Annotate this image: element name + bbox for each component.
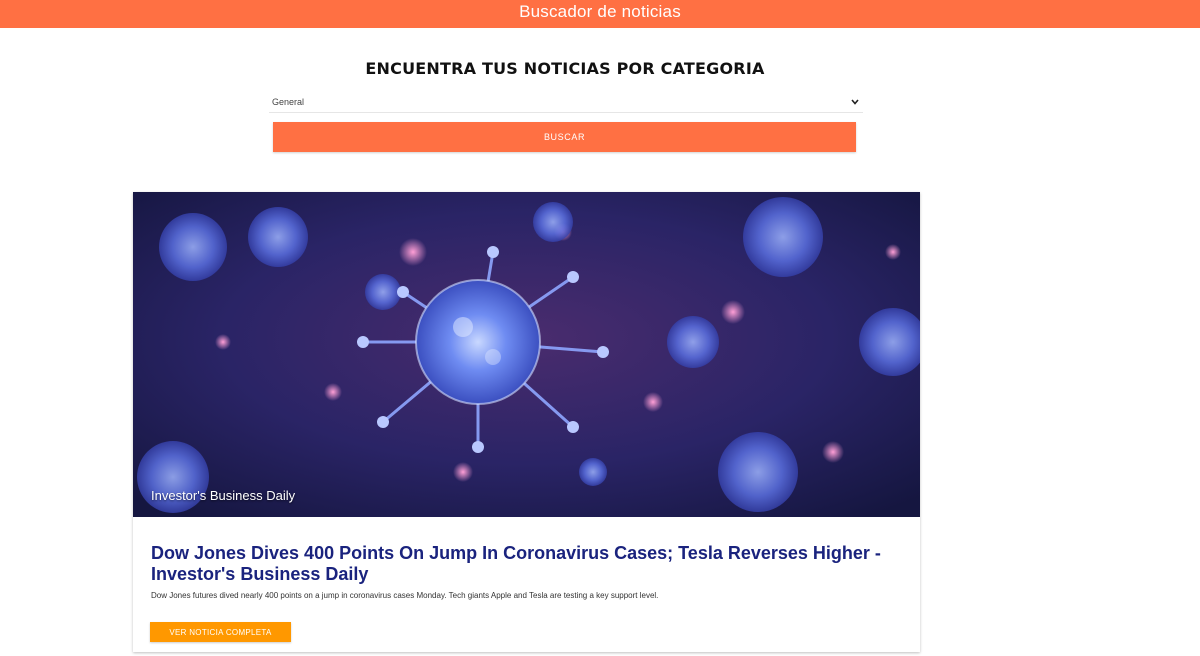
news-title: Dow Jones Dives 400 Points On Jump In Co… — [151, 543, 881, 584]
category-select-value: General — [272, 96, 305, 107]
search-button[interactable]: BUSCAR — [273, 122, 856, 152]
top-header-bar: Buscador de noticias — [0, 0, 1200, 28]
app-title: Buscador de noticias — [519, 2, 681, 21]
news-source: Investor's Business Daily — [151, 488, 296, 503]
news-description: Dow Jones futures dived nearly 400 point… — [151, 591, 659, 600]
chevron-down-icon — [850, 97, 860, 107]
category-select[interactable]: General — [269, 91, 863, 113]
news-card: Investor's Business Daily Dow Jones Dive… — [133, 192, 920, 652]
news-image: Investor's Business Daily — [133, 192, 920, 517]
view-full-news-button[interactable]: VER NOTICIA COMPLETA — [150, 622, 291, 642]
category-heading: ENCUENTRA TUS NOTICIAS POR CATEGORIA — [365, 59, 765, 78]
